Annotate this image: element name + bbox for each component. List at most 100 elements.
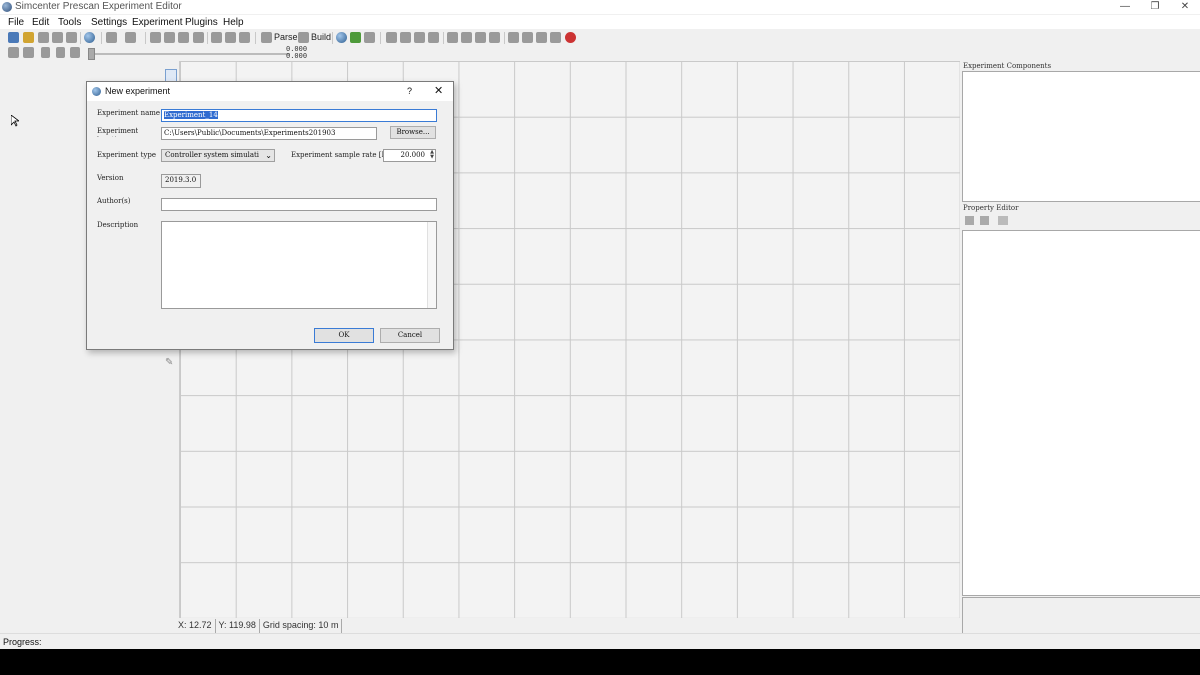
cancel-button[interactable]: Cancel	[380, 328, 440, 343]
cut-icon[interactable]	[150, 32, 161, 43]
window-title: Simcenter Prescan Experiment Editor	[15, 1, 182, 12]
version-label: Version	[97, 174, 124, 182]
time-slider-thumb[interactable]	[88, 48, 95, 60]
experiment-name-field[interactable]: Experiment_14	[161, 109, 437, 122]
dialog-title: New experiment	[105, 86, 171, 96]
experiment-type-value: Controller system simulati	[165, 151, 260, 159]
regen-icon[interactable]	[364, 32, 375, 43]
path-icon[interactable]	[400, 32, 411, 43]
experiment-name-label: Experiment name	[97, 109, 161, 117]
restore-button[interactable]: ❐	[1140, 0, 1170, 14]
save-as-icon[interactable]	[52, 32, 63, 43]
scenario-icon[interactable]	[8, 47, 19, 58]
pause-icon[interactable]	[56, 47, 65, 58]
chart-icon[interactable]	[489, 32, 500, 43]
experiment-components-title: Experiment Components	[963, 62, 1052, 70]
progress-bar: Progress:	[0, 633, 1200, 650]
sort-categorized-icon[interactable]	[965, 216, 974, 225]
dialog-help-button[interactable]: ?	[407, 86, 412, 96]
open-icon[interactable]	[23, 32, 34, 43]
save-icon[interactable]	[38, 32, 49, 43]
sample-rate-label: Experiment sample rate [H	[291, 151, 388, 159]
redo-icon[interactable]	[125, 32, 136, 43]
build-button[interactable]: Build	[311, 32, 331, 42]
bug-icon[interactable]	[565, 32, 576, 43]
time-slider-track[interactable]	[90, 53, 290, 55]
experiment-location-label-line2: location	[97, 136, 138, 137]
menu-edit[interactable]: Edit	[32, 17, 49, 28]
experiment-type-label: Experiment type	[97, 151, 156, 159]
close-window-button[interactable]: ✕	[1170, 0, 1200, 14]
stack-icon[interactable]	[550, 32, 561, 43]
undo-icon[interactable]	[106, 32, 117, 43]
experiment-location-label: Experiment location	[97, 127, 138, 137]
sphere-icon[interactable]	[522, 32, 533, 43]
sort-alphabetical-icon[interactable]	[980, 216, 989, 225]
experiment-type-select[interactable]: Controller system simulati ⌄	[161, 149, 275, 162]
camera-icon[interactable]	[508, 32, 519, 43]
canvas-statusbar: X: 12.72 Y: 119.98 Grid spacing: 10 m	[175, 619, 343, 633]
menu-settings[interactable]: Settings	[91, 17, 127, 28]
globe-icon[interactable]	[336, 32, 347, 43]
copy-icon[interactable]	[164, 32, 175, 43]
tool-icon[interactable]	[225, 32, 236, 43]
description-scrollbar[interactable]	[427, 222, 436, 308]
pencil-icon[interactable]	[239, 32, 250, 43]
menu-plugins[interactable]: Plugins	[185, 17, 218, 28]
weather-icon[interactable]	[475, 32, 486, 43]
parse-button[interactable]: Parse	[274, 32, 298, 42]
parse-icon[interactable]	[261, 32, 272, 43]
help-icon[interactable]	[84, 32, 95, 43]
menu-help[interactable]: Help	[223, 17, 244, 28]
menu-file[interactable]: File	[8, 17, 24, 28]
new-experiment-dialog: New experiment ? ✕ Experiment name Exper…	[86, 81, 454, 350]
star-icon[interactable]	[447, 32, 458, 43]
experiment-components-panel[interactable]	[962, 71, 1200, 202]
playback-toolbar	[0, 46, 1200, 60]
experiment-location-field[interactable]: C:\Users\Public\Documents\Experiments201…	[161, 127, 377, 140]
dialog-close-button[interactable]: ✕	[434, 84, 443, 97]
time-readout: 0.000 0.000	[286, 46, 307, 60]
property-pages-icon[interactable]	[998, 216, 1008, 225]
delete-icon[interactable]	[193, 32, 204, 43]
play-icon[interactable]	[41, 47, 50, 58]
run-globe-icon[interactable]	[350, 32, 361, 43]
road-icon[interactable]	[386, 32, 397, 43]
app-icon	[2, 2, 12, 12]
sample-rate-spinner[interactable]: 20.000 ▲ ▼	[383, 149, 436, 162]
build-icon[interactable]	[298, 32, 309, 43]
main-toolbar: Parse Build	[0, 30, 1200, 46]
sample-rate-value: 20.000	[400, 151, 426, 159]
ok-button[interactable]: OK	[314, 328, 374, 343]
save-all-icon[interactable]	[66, 32, 77, 43]
view-icon[interactable]	[428, 32, 439, 43]
experiment-name-value: Experiment_14	[164, 111, 218, 119]
progress-label: Progress:	[3, 637, 42, 647]
minimize-button[interactable]: —	[1110, 0, 1140, 14]
table-icon[interactable]	[414, 32, 425, 43]
menu-tools[interactable]: Tools	[58, 17, 81, 28]
description-textarea[interactable]	[161, 221, 437, 309]
menu-bar: File Edit Tools Settings Experiment Plug…	[0, 15, 1200, 29]
status-grid-spacing: Grid spacing: 10 m	[260, 619, 343, 633]
layers-icon[interactable]	[536, 32, 547, 43]
property-editor-panel[interactable]	[962, 230, 1200, 596]
grid-icon[interactable]	[211, 32, 222, 43]
property-description-area	[962, 597, 1200, 634]
new-experiment-icon[interactable]	[8, 32, 19, 43]
experiment-location-label-line1: Experiment	[97, 127, 139, 135]
rewind-icon[interactable]	[70, 47, 80, 58]
bottom-black-bar	[0, 649, 1200, 675]
status-y: Y: 119.98	[216, 619, 260, 633]
paste-icon[interactable]	[178, 32, 189, 43]
spinner-arrows-icon[interactable]: ▲ ▼	[430, 150, 434, 160]
version-value: 2019.3.0	[161, 174, 201, 188]
authors-field[interactable]	[161, 198, 437, 211]
property-editor-title: Property Editor	[963, 204, 1019, 212]
menu-experiment[interactable]: Experiment	[132, 17, 183, 28]
browse-button[interactable]: Browse...	[390, 126, 436, 139]
draw-tool-icon[interactable]: ✎	[165, 358, 175, 368]
scenario-alt-icon[interactable]	[23, 47, 34, 58]
status-x: X: 12.72	[175, 619, 216, 633]
cloud-icon[interactable]	[461, 32, 472, 43]
